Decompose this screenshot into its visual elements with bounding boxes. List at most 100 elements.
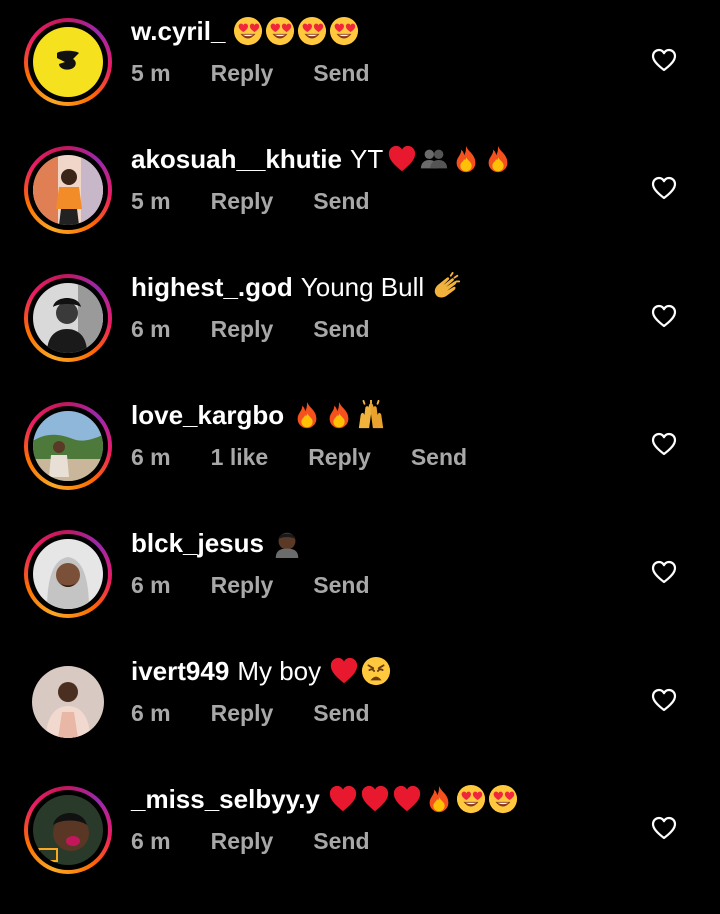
emoji-group <box>292 400 386 430</box>
like-count[interactable]: 1 like <box>211 442 269 472</box>
username[interactable]: w.cyril_ <box>131 14 225 48</box>
comment-meta: 5 m Reply Send <box>131 58 651 88</box>
emoji-group <box>387 144 513 174</box>
username[interactable]: highest_.god <box>131 270 293 304</box>
comment-item: _miss_selbyy.y 6 m Reply Send <box>0 744 720 874</box>
comment-body: Young Bull <box>300 272 425 302</box>
busts-emoji <box>419 144 449 174</box>
comment-line: _miss_selbyy.y <box>131 782 651 816</box>
send-button[interactable]: Send <box>313 186 369 216</box>
timestamp: 6 m <box>131 316 171 342</box>
comment-meta: 6 m 1 like Reply Send <box>131 442 651 472</box>
like-heart-icon[interactable] <box>651 560 677 584</box>
reply-button[interactable]: Reply <box>308 442 371 472</box>
emoji-group <box>329 656 391 686</box>
heart-eyes-emoji <box>233 16 263 46</box>
fire-emoji <box>292 400 322 430</box>
comment-item: love_kargbo 6 m 1 like Reply Send <box>0 360 720 490</box>
reply-button[interactable]: Reply <box>211 186 274 216</box>
comment-text-block: _miss_selbyy.y 6 m Reply Send <box>131 782 651 856</box>
timestamp: 5 m <box>131 60 171 86</box>
send-button[interactable]: Send <box>313 826 369 856</box>
reply-button[interactable]: Reply <box>211 698 274 728</box>
like-heart-icon[interactable] <box>651 688 677 712</box>
username[interactable]: _miss_selbyy.y <box>131 782 320 816</box>
comment-line: love_kargbo <box>131 398 651 432</box>
heart-eyes-emoji <box>265 16 295 46</box>
reply-button[interactable]: Reply <box>211 826 274 856</box>
comment-meta: 6 m Reply Send <box>131 698 651 728</box>
avatar[interactable] <box>33 539 103 609</box>
comment-line: blck_jesus <box>131 526 651 560</box>
username[interactable]: blck_jesus <box>131 526 264 560</box>
avatar[interactable] <box>33 27 103 97</box>
send-button[interactable]: Send <box>313 570 369 600</box>
avatar-container[interactable] <box>24 658 112 746</box>
username[interactable]: ivert949 <box>131 654 229 688</box>
timestamp: 6 m <box>131 828 171 854</box>
timestamp: 6 m <box>131 572 171 598</box>
timestamp: 6 m <box>131 700 171 726</box>
comment-body: YT <box>349 144 384 174</box>
avatar[interactable] <box>33 155 103 225</box>
avatar-story-ring[interactable] <box>24 786 112 874</box>
comment-item: blck_jesus 6 m Reply Send <box>0 488 720 618</box>
avatar-story-ring[interactable] <box>24 274 112 362</box>
like-heart-icon[interactable] <box>651 304 677 328</box>
timestamp: 5 m <box>131 188 171 214</box>
avatar-story-ring[interactable] <box>24 146 112 234</box>
fire-emoji <box>424 784 454 814</box>
comment-meta: 6 m Reply Send <box>131 570 651 600</box>
like-heart-icon[interactable] <box>651 48 677 72</box>
timestamp: 6 m <box>131 444 171 470</box>
man-dark-skin-emoji <box>272 528 302 558</box>
raising-hands-emoji <box>356 400 386 430</box>
comment-line: akosuah__khutie YT <box>131 142 651 176</box>
comment-item: highest_.god Young Bull 6 m Reply Send <box>0 232 720 362</box>
emoji-group <box>233 16 359 46</box>
like-heart-icon[interactable] <box>651 816 677 840</box>
comment-text-block: akosuah__khutie YT 5 m Reply Send <box>131 142 651 216</box>
comment-item: akosuah__khutie YT 5 m Reply Send <box>0 104 720 234</box>
red-heart-emoji <box>387 144 417 174</box>
avatar[interactable] <box>32 666 104 738</box>
fire-emoji <box>324 400 354 430</box>
username[interactable]: love_kargbo <box>131 398 284 432</box>
comments-list: w.cyril_ 5 m Reply Send akosuah__khutie … <box>0 0 720 874</box>
fire-emoji <box>483 144 513 174</box>
red-heart-emoji <box>360 784 390 814</box>
reply-button[interactable]: Reply <box>211 314 274 344</box>
comment-text-block: w.cyril_ 5 m Reply Send <box>131 14 651 88</box>
avatar[interactable] <box>33 283 103 353</box>
reply-button[interactable]: Reply <box>211 58 274 88</box>
send-button[interactable]: Send <box>313 314 369 344</box>
avatar[interactable] <box>33 411 103 481</box>
heart-eyes-emoji <box>297 16 327 46</box>
send-button[interactable]: Send <box>411 442 467 472</box>
comment-text-block: highest_.god Young Bull 6 m Reply Send <box>131 270 651 344</box>
heart-eyes-emoji <box>488 784 518 814</box>
comment-line: ivert949 My boy <box>131 654 651 688</box>
comment-meta: 6 m Reply Send <box>131 314 651 344</box>
avatar-story-ring[interactable] <box>24 18 112 106</box>
comment-meta: 5 m Reply Send <box>131 186 651 216</box>
red-heart-emoji <box>392 784 422 814</box>
username[interactable]: akosuah__khutie <box>131 142 342 176</box>
like-heart-icon[interactable] <box>651 432 677 456</box>
send-button[interactable]: Send <box>313 58 369 88</box>
heart-eyes-emoji <box>456 784 486 814</box>
avatar-story-ring[interactable] <box>24 530 112 618</box>
red-heart-emoji <box>328 784 358 814</box>
emoji-group <box>432 272 462 302</box>
like-heart-icon[interactable] <box>651 176 677 200</box>
comment-text-block: ivert949 My boy 6 m Reply Send <box>131 654 651 728</box>
weary-face-emoji <box>361 656 391 686</box>
send-button[interactable]: Send <box>313 698 369 728</box>
reply-button[interactable]: Reply <box>211 570 274 600</box>
comment-text-block: blck_jesus 6 m Reply Send <box>131 526 651 600</box>
emoji-group <box>272 528 302 558</box>
avatar[interactable] <box>33 795 103 865</box>
red-heart-emoji <box>329 656 359 686</box>
comment-item: ivert949 My boy 6 m Reply Send <box>0 616 720 744</box>
avatar-story-ring[interactable] <box>24 402 112 490</box>
